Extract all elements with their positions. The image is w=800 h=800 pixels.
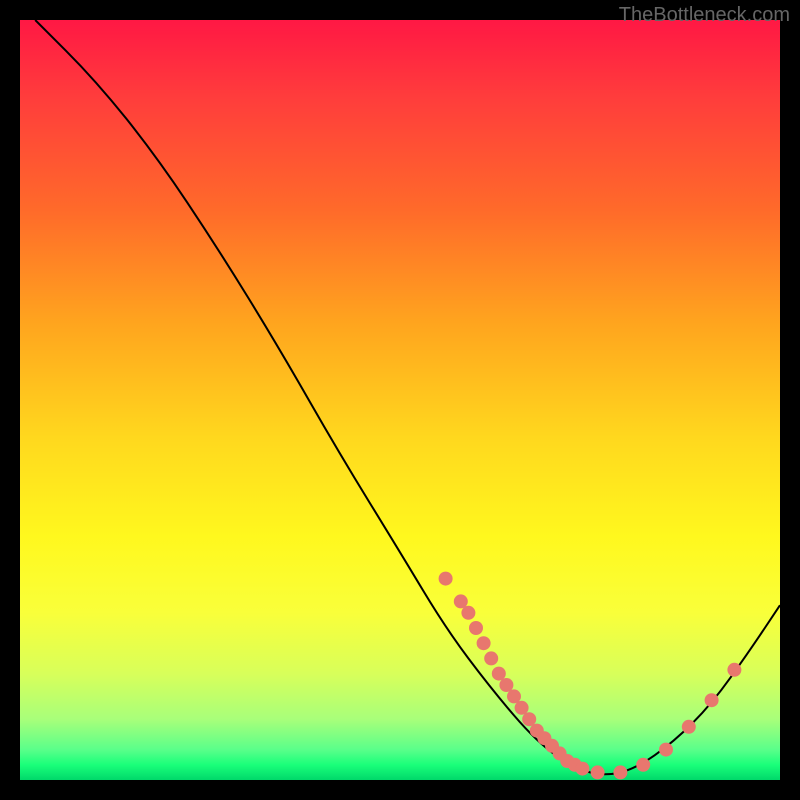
watermark-text: TheBottleneck.com — [619, 4, 790, 27]
data-marker — [515, 701, 529, 715]
data-marker — [522, 712, 536, 726]
data-marker — [499, 678, 513, 692]
data-marker — [659, 743, 673, 757]
data-marker — [636, 758, 650, 772]
data-marker — [439, 572, 453, 586]
data-marker — [591, 765, 605, 779]
data-marker — [484, 651, 498, 665]
bottleneck-curve — [35, 20, 780, 774]
data-marker — [613, 765, 627, 779]
data-marker — [477, 636, 491, 650]
data-marker — [727, 663, 741, 677]
chart-plot-area — [20, 20, 780, 780]
data-marker — [469, 621, 483, 635]
data-marker — [461, 606, 475, 620]
data-marker — [705, 693, 719, 707]
data-marker — [575, 762, 589, 776]
data-marker — [454, 594, 468, 608]
data-markers — [439, 572, 742, 780]
data-marker — [682, 720, 696, 734]
chart-svg — [20, 20, 780, 780]
data-marker — [492, 667, 506, 681]
data-marker — [507, 689, 521, 703]
